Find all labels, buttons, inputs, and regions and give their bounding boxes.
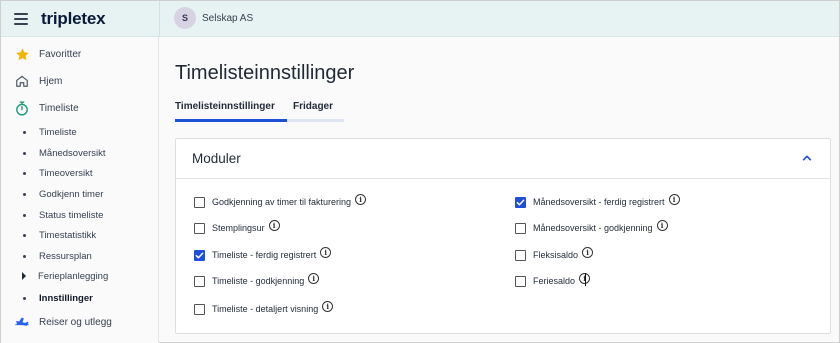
moduler-card: Moduler Godkjenning av timer til fakture…	[175, 138, 831, 334]
sidebar-subitem-godkjenn-timer[interactable]: Godkjenn timer	[1, 184, 159, 204]
module-manedsoversikt-ferdig-registrert[interactable]: Månedsoversikt - ferdig registrert i	[515, 193, 680, 210]
sidebar-subitem-timeoversikt[interactable]: Timeoversikt	[1, 163, 159, 183]
checkbox[interactable]	[515, 275, 526, 287]
main-content: Timelisteinnstillinger Timelisteinnstill…	[160, 37, 839, 343]
star-icon	[14, 46, 30, 62]
checkbox[interactable]	[194, 275, 205, 287]
module-timeliste-ferdig-registrert[interactable]: Timeliste - ferdig registrert i	[194, 246, 332, 263]
sidebar-item-label: Reiser og utlegg	[39, 316, 112, 328]
module-label: Timeliste - detaljert visning	[212, 304, 319, 314]
sidebar-subitem-timestatistikk[interactable]: Timestatistikk	[1, 225, 159, 245]
chevron-up-icon[interactable]	[802, 153, 812, 163]
text-cursor	[585, 272, 587, 286]
sidebar-item-favoritter[interactable]: Favoritter	[1, 42, 159, 66]
info-icon[interactable]: i	[268, 219, 280, 231]
bullet-icon	[23, 171, 26, 175]
module-label: Feriesaldo	[533, 276, 576, 286]
sidebar-subitem-label: Ressursplan	[39, 250, 92, 262]
module-manedsoversikt-godkjenning[interactable]: Månedsoversikt - godkjenning i	[515, 219, 668, 236]
module-fleksisaldo[interactable]: Fleksisaldo i	[515, 246, 594, 263]
module-stemplingsur[interactable]: Stemplingsur i	[194, 219, 280, 236]
bullet-icon	[23, 151, 26, 155]
info-icon[interactable]: i	[656, 219, 668, 231]
moduler-card-header[interactable]: Moduler	[176, 139, 830, 179]
app-logo[interactable]: tripletex	[41, 9, 106, 29]
sidebar-subitem-label: Status timeliste	[39, 209, 104, 221]
module-label: Timeliste - godkjenning	[212, 276, 305, 286]
checkbox[interactable]	[194, 222, 205, 234]
tab-fridager[interactable]: Fridager	[293, 101, 333, 120]
module-label: Stemplingsur	[212, 223, 265, 233]
info-icon[interactable]: i	[355, 193, 367, 205]
sidebar-subitem-label: Ferieplanlegging	[38, 270, 109, 282]
checkbox-checked[interactable]	[194, 249, 205, 261]
sidebar-item-hjem[interactable]: Hjem	[1, 69, 159, 93]
sidebar-subitem-label: Innstillinger	[39, 292, 93, 304]
card-title: Moduler	[192, 151, 241, 166]
module-label: Månedsoversikt - godkjenning	[533, 223, 653, 233]
plane-icon	[14, 314, 30, 330]
sidebar-subitem-ferieplanlegging[interactable]: Ferieplanlegging	[1, 266, 159, 286]
checkbox[interactable]	[515, 249, 526, 261]
module-feriesaldo[interactable]: Feriesaldo i	[515, 272, 591, 289]
stopwatch-icon	[14, 100, 30, 116]
module-label: Månedsoversikt - ferdig registrert	[533, 197, 665, 207]
company-name[interactable]: Selskap AS	[202, 13, 253, 24]
checkbox[interactable]	[194, 196, 205, 208]
info-icon[interactable]: i	[582, 246, 594, 258]
company-avatar[interactable]: S	[174, 7, 196, 29]
sidebar-subitem-label: Timeoversikt	[39, 167, 93, 179]
sidebar-subitem-label: Timestatistikk	[39, 229, 97, 241]
top-bar: tripletex S Selskap AS	[1, 1, 839, 37]
bullet-icon	[23, 192, 26, 196]
sidebar-subitem-status-timeliste[interactable]: Status timeliste	[1, 205, 159, 225]
module-godkjenning-fakturering[interactable]: Godkjenning av timer til fakturering i	[194, 193, 367, 210]
module-label: Fleksisaldo	[533, 250, 579, 260]
sidebar-subitem-innstillinger[interactable]: Innstillinger	[1, 288, 159, 308]
bullet-icon	[23, 213, 26, 217]
module-timeliste-godkjenning[interactable]: Timeliste - godkjenning i	[194, 272, 320, 289]
info-icon[interactable]: i	[320, 246, 332, 258]
checkbox-checked[interactable]	[515, 196, 526, 208]
module-label: Timeliste - ferdig registrert	[212, 250, 317, 260]
bullet-icon	[23, 254, 26, 258]
checkmark-icon	[195, 252, 204, 258]
page-title: Timelisteinnstillinger	[175, 62, 355, 84]
tab-active-indicator	[175, 119, 287, 122]
checkbox[interactable]	[194, 303, 205, 315]
sidebar: Favoritter Hjem Timeliste Timeliste Måne…	[1, 37, 159, 343]
home-icon	[14, 73, 30, 89]
header-divider	[159, 1, 160, 37]
sidebar-item-reiser-og-utlegg[interactable]: Reiser og utlegg	[1, 310, 159, 334]
bullet-icon	[23, 233, 26, 237]
sidebar-subitem-label: Godkjenn timer	[39, 188, 104, 200]
sidebar-subitem-label: Månedsoversikt	[39, 147, 106, 159]
sidebar-subitem-label: Timeliste	[39, 126, 77, 138]
info-icon[interactable]: i	[308, 272, 320, 284]
sidebar-item-timeliste[interactable]: Timeliste	[1, 96, 159, 120]
bullet-icon	[23, 130, 26, 134]
hamburger-menu-icon[interactable]	[14, 13, 28, 25]
info-icon[interactable]: i	[322, 300, 334, 312]
module-label: Godkjenning av timer til fakturering	[212, 197, 352, 207]
sidebar-subitem-timeliste[interactable]: Timeliste	[1, 122, 159, 142]
checkmark-icon	[516, 199, 525, 205]
tab-inactive-indicator	[287, 119, 344, 122]
checkbox[interactable]	[515, 222, 526, 234]
sidebar-subitem-manedsoversikt[interactable]: Månedsoversikt	[1, 143, 159, 163]
sidebar-subitem-ressursplan[interactable]: Ressursplan	[1, 246, 159, 266]
caret-right-icon[interactable]	[22, 272, 26, 280]
tab-timelisteinnstillinger[interactable]: Timelisteinnstillinger	[175, 101, 275, 120]
info-icon[interactable]: i	[668, 193, 680, 205]
sidebar-item-label: Timeliste	[39, 102, 79, 114]
bullet-icon	[23, 296, 26, 300]
module-timeliste-detaljert-visning[interactable]: Timeliste - detaljert visning i	[194, 300, 334, 317]
sidebar-item-label: Favoritter	[39, 48, 82, 60]
sidebar-item-label: Hjem	[39, 75, 63, 87]
